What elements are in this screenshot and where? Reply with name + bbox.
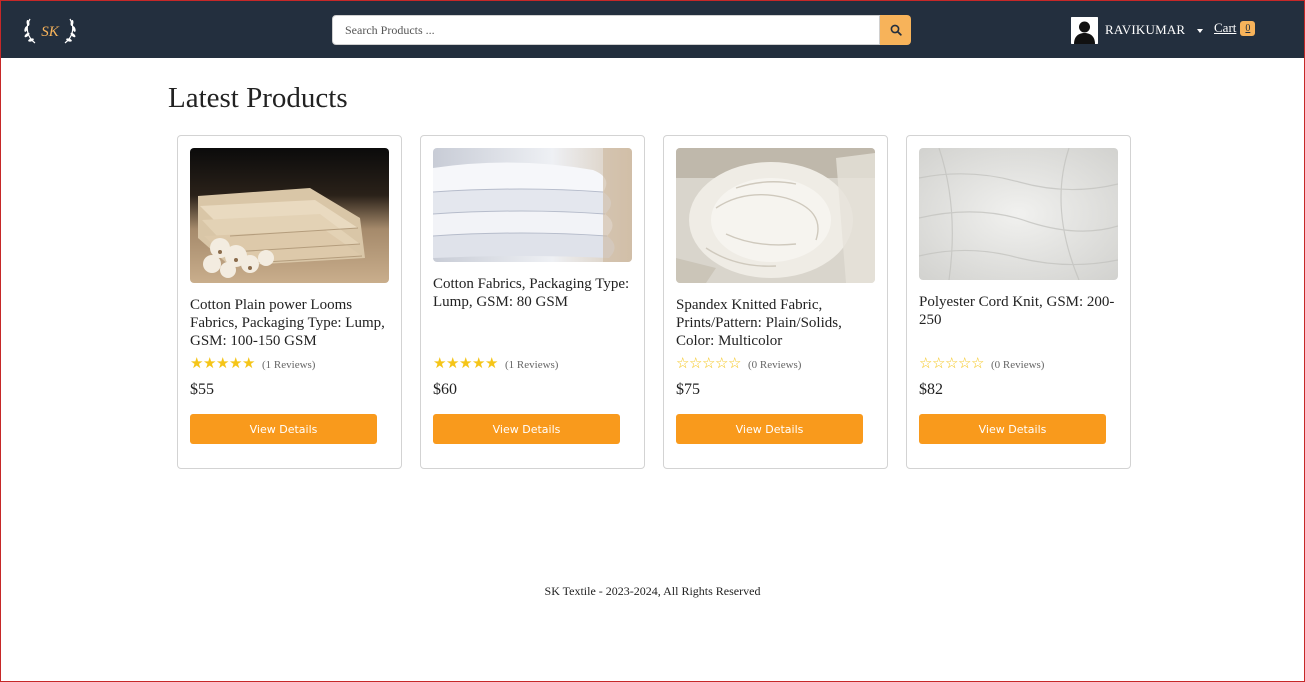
polyester-cord-knit-image	[919, 148, 1118, 280]
star-filled-icon: ★	[203, 356, 217, 372]
star-empty-icon: ☆	[728, 356, 742, 372]
brand-logo[interactable]: SK	[21, 15, 79, 47]
star-empty-icon: ☆	[689, 356, 703, 372]
review-count: (0 Reviews)	[748, 358, 802, 371]
review-count: (1 Reviews)	[262, 358, 316, 371]
star-empty-icon: ☆	[715, 356, 729, 372]
product-rating: ☆ ☆ ☆ ☆ ☆ (0 Reviews)	[676, 357, 801, 372]
review-count: (0 Reviews)	[991, 358, 1045, 371]
star-filled-icon: ★	[190, 356, 204, 372]
laurel-logo-icon: SK	[24, 18, 76, 44]
product-image[interactable]	[676, 148, 875, 283]
view-details-button[interactable]: View Details	[190, 414, 377, 444]
svg-text:SK: SK	[41, 24, 60, 40]
star-rating: ☆ ☆ ☆ ☆ ☆	[676, 357, 741, 372]
product-card: Spandex Knitted Fabric, Prints/Pattern: …	[663, 135, 888, 469]
view-details-button[interactable]: View Details	[919, 414, 1106, 444]
search-button[interactable]	[880, 15, 911, 45]
product-name[interactable]: Spandex Knitted Fabric, Prints/Pattern: …	[676, 296, 875, 350]
cart-label[interactable]: Cart	[1214, 20, 1236, 36]
product-name[interactable]: Polyester Cord Knit, GSM: 200-250	[919, 293, 1118, 329]
search-icon	[890, 24, 902, 36]
view-details-button[interactable]: View Details	[676, 414, 863, 444]
cart-link[interactable]: Cart 0	[1214, 20, 1256, 36]
navbar: SK RAVIKUMAR Cart 0	[1, 1, 1304, 58]
page-title: Latest Products	[168, 82, 348, 114]
product-name[interactable]: Cotton Fabrics, Packaging Type: Lump, GS…	[433, 275, 632, 311]
star-filled-icon: ★	[485, 356, 499, 372]
chevron-down-icon[interactable]	[1197, 29, 1204, 33]
product-image[interactable]	[919, 148, 1118, 280]
cart-count-badge: 0	[1240, 20, 1256, 36]
star-filled-icon: ★	[229, 356, 243, 372]
product-rating: ☆ ☆ ☆ ☆ ☆ (0 Reviews)	[919, 357, 1044, 372]
product-image[interactable]	[190, 148, 389, 283]
product-price: $55	[190, 381, 214, 398]
search-bar	[332, 15, 911, 45]
search-input[interactable]	[332, 15, 880, 45]
star-empty-icon: ☆	[971, 356, 985, 372]
folded-cotton-fabric-image	[190, 148, 389, 283]
star-filled-icon: ★	[472, 356, 486, 372]
star-empty-icon: ☆	[932, 356, 946, 372]
product-rating: ★ ★ ★ ★ ★ (1 Reviews)	[190, 357, 315, 372]
footer-copyright: SK Textile - 2023-2024, All Rights Reser…	[544, 584, 761, 598]
review-count: (1 Reviews)	[505, 358, 559, 371]
product-name[interactable]: Cotton Plain power Looms Fabrics, Packag…	[190, 296, 389, 350]
star-empty-icon: ☆	[945, 356, 959, 372]
product-price: $75	[676, 381, 700, 398]
star-empty-icon: ☆	[702, 356, 716, 372]
star-empty-icon: ☆	[958, 356, 972, 372]
star-rating: ☆ ☆ ☆ ☆ ☆	[919, 357, 984, 372]
product-card: Cotton Fabrics, Packaging Type: Lump, GS…	[420, 135, 645, 469]
product-rating: ★ ★ ★ ★ ★ (1 Reviews)	[433, 357, 558, 372]
username[interactable]: RAVIKUMAR	[1105, 22, 1185, 38]
star-filled-icon: ★	[459, 356, 473, 372]
star-empty-icon: ☆	[676, 356, 690, 372]
star-filled-icon: ★	[433, 356, 447, 372]
star-filled-icon: ★	[216, 356, 230, 372]
star-rating: ★ ★ ★ ★ ★	[190, 357, 255, 372]
avatar[interactable]	[1071, 16, 1098, 44]
user-menu[interactable]: RAVIKUMAR	[1071, 16, 1204, 44]
star-empty-icon: ☆	[919, 356, 933, 372]
product-price: $60	[433, 381, 457, 398]
product-card: Polyester Cord Knit, GSM: 200-250 ☆ ☆ ☆ …	[906, 135, 1131, 469]
star-filled-icon: ★	[446, 356, 460, 372]
product-card: Cotton Plain power Looms Fabrics, Packag…	[177, 135, 402, 469]
view-details-button[interactable]: View Details	[433, 414, 620, 444]
stacked-cotton-fabric-image	[433, 148, 632, 262]
product-image[interactable]	[433, 148, 632, 262]
star-filled-icon: ★	[242, 356, 256, 372]
spandex-fabric-roll-image	[676, 148, 875, 283]
user-avatar-icon	[1071, 16, 1098, 44]
product-price: $82	[919, 381, 943, 398]
star-rating: ★ ★ ★ ★ ★	[433, 357, 498, 372]
